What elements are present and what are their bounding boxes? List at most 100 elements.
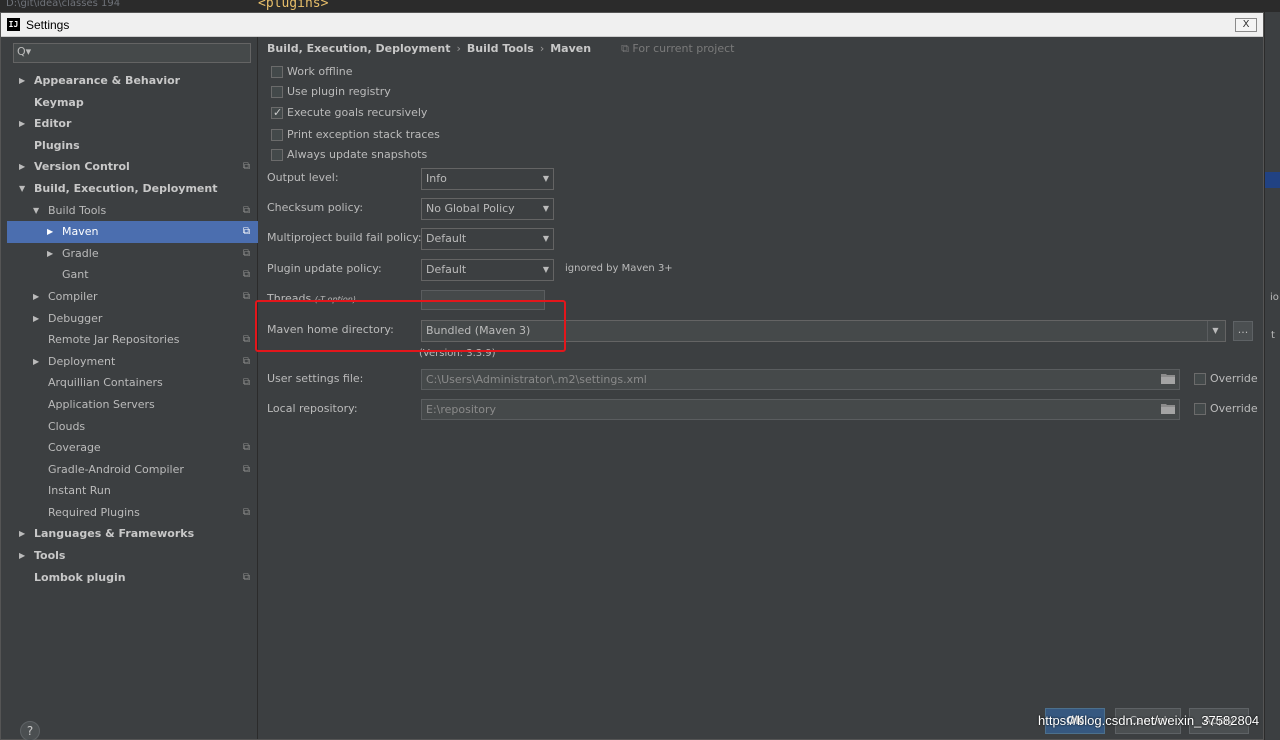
project-scope-icon: ⧉ xyxy=(242,355,250,367)
collapsed-arrow-icon[interactable]: ▶ xyxy=(47,221,53,243)
checkbox-box[interactable] xyxy=(271,66,283,78)
sidebar-item-debugger[interactable]: ▶ Debugger xyxy=(7,308,258,330)
project-scope-icon: ⧉ xyxy=(242,377,250,389)
sidebar-item-label: Languages & Frameworks xyxy=(34,527,195,541)
background-selection-strip xyxy=(1265,172,1280,188)
sidebar-item-tools[interactable]: ▶ Tools xyxy=(7,545,258,567)
sidebar-item-label: Instant Run xyxy=(48,484,111,498)
sidebar-item-label: Compiler xyxy=(48,289,98,303)
sidebar-item-label: Deployment xyxy=(48,354,116,368)
sidebar-item-remote-jar-repositories[interactable]: Remote Jar Repositories ⧉ xyxy=(7,329,258,351)
sidebar-item-label: Arquillian Containers xyxy=(48,376,163,390)
chevron-down-icon: ▼ xyxy=(542,204,549,213)
sidebar-item-compiler[interactable]: ▶ Compiler ⧉ xyxy=(7,286,258,308)
project-scope-icon: ⧉ xyxy=(242,506,250,518)
user-settings-input[interactable]: C:\Users\Administrator\.m2\settings.xml xyxy=(421,369,1180,390)
checkbox-box[interactable] xyxy=(271,129,283,141)
sidebar-item-lombok-plugin[interactable]: Lombok plugin ⧉ xyxy=(7,567,258,589)
collapsed-arrow-icon[interactable]: ▶ xyxy=(19,545,25,567)
sidebar-item-label: Build Tools xyxy=(48,203,107,217)
help-button[interactable]: ? xyxy=(20,721,40,740)
collapsed-arrow-icon[interactable]: ▶ xyxy=(19,156,25,178)
sidebar-item-arquillian-containers[interactable]: Arquillian Containers ⧉ xyxy=(7,372,258,394)
close-button[interactable]: X xyxy=(1235,18,1257,32)
plugin-update-hint: ignored by Maven 3+ xyxy=(565,263,673,274)
sidebar-item-keymap[interactable]: Keymap xyxy=(7,92,258,114)
multiproject-fail-select[interactable]: Default ▼ xyxy=(421,228,554,250)
checkbox-box[interactable] xyxy=(271,149,283,161)
sidebar-item-label: Debugger xyxy=(48,311,103,325)
project-scope-icon: ⧉ xyxy=(242,247,250,259)
watermark-text: https://blog.csdn.net/weixin_37582804 xyxy=(1038,713,1260,728)
sidebar-item-label: Appearance & Behavior xyxy=(34,74,181,87)
folder-icon[interactable] xyxy=(1161,372,1175,384)
expanded-arrow-icon[interactable]: ▼ xyxy=(33,200,39,222)
folder-icon[interactable] xyxy=(1161,402,1175,414)
sidebar-item-maven[interactable]: ▶ Maven ⧉ xyxy=(7,221,258,243)
sidebar-item-label: Remote Jar Repositories xyxy=(48,333,180,347)
project-scope-icon: ⧉ xyxy=(242,226,250,238)
sidebar-item-label: Gradle-Android Compiler xyxy=(48,462,184,476)
sidebar-item-label: Gant xyxy=(62,268,89,282)
background-path-text: D:\git\idea\classes 194 xyxy=(6,0,121,9)
sidebar-item-label: Version Control xyxy=(34,160,130,174)
multiproject-fail-label: Multiproject build fail policy: xyxy=(267,231,422,244)
sidebar-item-gradle-android-compiler[interactable]: Gradle-Android Compiler ⧉ xyxy=(7,459,258,481)
collapsed-arrow-icon[interactable]: ▶ xyxy=(33,286,39,308)
plugin-update-value: Default xyxy=(426,263,467,276)
collapsed-arrow-icon[interactable]: ▶ xyxy=(33,351,39,373)
sidebar-item-gant[interactable]: Gant ⧉ xyxy=(7,264,258,286)
sidebar-item-label: Clouds xyxy=(48,419,86,433)
checksum-policy-select[interactable]: No Global Policy ▼ xyxy=(421,198,554,220)
output-level-label: Output level: xyxy=(267,171,339,184)
settings-sidebar: Q▾ ▶ Appearance & Behavior Keymap ▶ Editor Pl… xyxy=(1,37,258,740)
sidebar-item-appearance-behavior[interactable]: ▶ Appearance & Behavior xyxy=(7,70,258,92)
search-input[interactable]: Q▾ xyxy=(13,43,251,63)
local-repository-label: Local repository: xyxy=(267,402,358,415)
background-code: <plugins> xyxy=(258,0,329,11)
checkbox-box[interactable] xyxy=(1194,403,1206,415)
search-icon: Q▾ xyxy=(17,45,32,58)
chevron-down-icon: ▼ xyxy=(542,265,549,274)
collapsed-arrow-icon[interactable]: ▶ xyxy=(19,70,25,92)
sidebar-item-editor[interactable]: ▶ Editor xyxy=(7,113,258,135)
project-scope-icon: ⧉ xyxy=(242,269,250,281)
collapsed-arrow-icon[interactable]: ▶ xyxy=(19,113,25,135)
sidebar-item-label: Gradle xyxy=(62,246,99,260)
plugin-update-select[interactable]: Default ▼ xyxy=(421,259,554,281)
sidebar-item-label: Editor xyxy=(34,117,72,131)
expanded-arrow-icon[interactable]: ▼ xyxy=(19,178,25,200)
sidebar-item-deployment[interactable]: ▶ Deployment ⧉ xyxy=(7,351,258,373)
sidebar-item-application-servers[interactable]: Application Servers xyxy=(7,394,258,416)
project-scope-icon: ⧉ xyxy=(242,463,250,475)
collapsed-arrow-icon[interactable]: ▶ xyxy=(19,523,25,545)
intellij-logo-icon: IJ xyxy=(7,18,20,31)
output-level-select[interactable]: Info ▼ xyxy=(421,168,554,190)
sidebar-item-gradle[interactable]: ▶ Gradle ⧉ xyxy=(7,243,258,265)
sidebar-item-required-plugins[interactable]: Required Plugins ⧉ xyxy=(7,502,258,524)
local-repository-input[interactable]: E:\repository xyxy=(421,399,1180,420)
breadcrumb-item[interactable]: Build, Execution, Deployment xyxy=(267,42,450,55)
breadcrumb-item[interactable]: Build Tools xyxy=(467,42,534,55)
breadcrumb: Build, Execution, Deployment › Build Tools… xyxy=(267,42,734,56)
sidebar-item-instant-run[interactable]: Instant Run xyxy=(7,480,258,502)
for-current-project-note: ⧉ For current project xyxy=(621,42,735,55)
checkbox-box[interactable] xyxy=(271,86,283,98)
sidebar-item-plugins[interactable]: Plugins xyxy=(7,135,258,157)
sidebar-item-build-tools[interactable]: ▼ Build Tools ⧉ xyxy=(7,200,258,222)
sidebar-item-build-execution-deployment[interactable]: ▼ Build, Execution, Deployment xyxy=(7,178,258,200)
project-scope-icon: ⧉ xyxy=(242,161,250,173)
sidebar-item-clouds[interactable]: Clouds xyxy=(7,416,258,438)
title-bar: IJ Settings X xyxy=(1,13,1263,37)
sidebar-item-version-control[interactable]: ▶ Version Control ⧉ xyxy=(7,156,258,178)
checkbox-label: Override xyxy=(1210,372,1258,385)
sidebar-item-languages-frameworks[interactable]: ▶ Languages & Frameworks xyxy=(7,523,258,545)
sidebar-item-label: Application Servers xyxy=(48,397,155,411)
checkbox-box[interactable] xyxy=(1194,373,1206,385)
collapsed-arrow-icon[interactable]: ▶ xyxy=(33,308,39,330)
checkbox-box[interactable] xyxy=(271,105,283,121)
collapsed-arrow-icon[interactable]: ▶ xyxy=(47,243,53,265)
sidebar-item-coverage[interactable]: Coverage ⧉ xyxy=(7,437,258,459)
background-fragment: io xyxy=(1270,292,1279,303)
browse-maven-home-button[interactable]: ... xyxy=(1233,321,1253,341)
